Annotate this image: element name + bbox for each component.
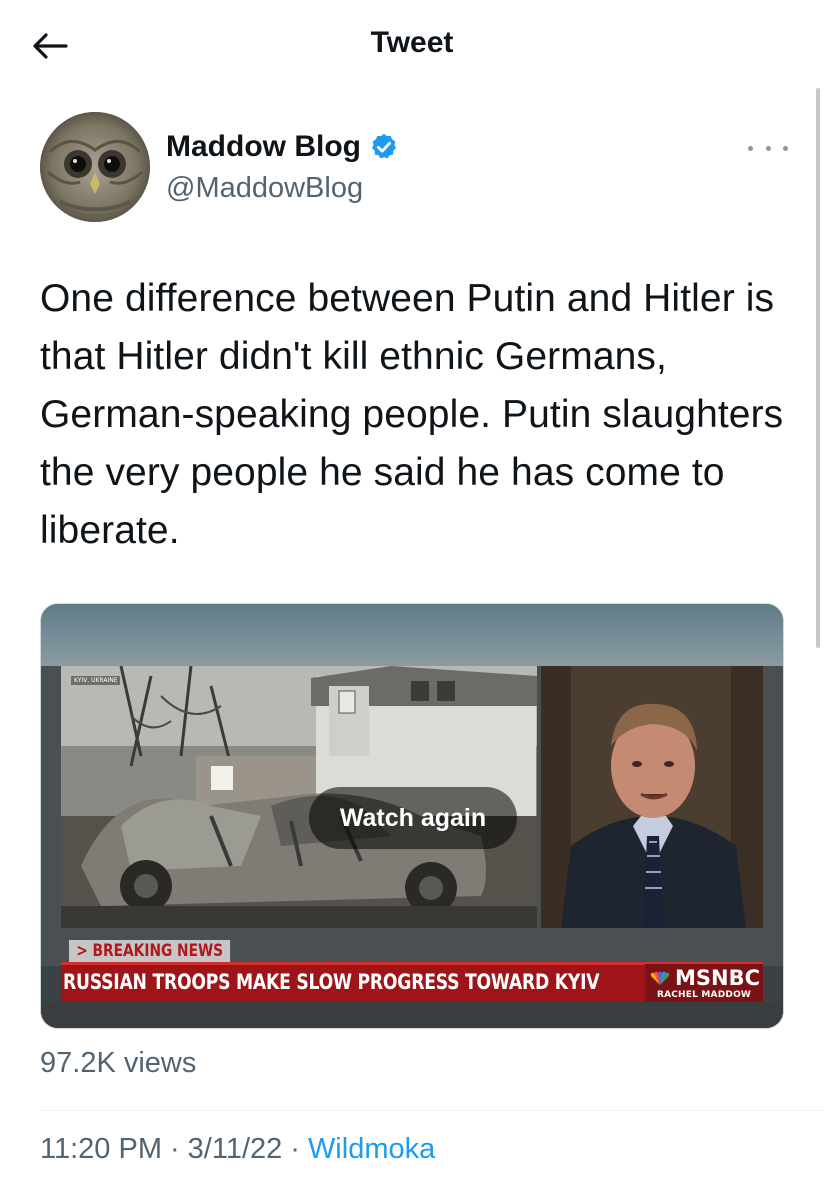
author-name-text: Maddow Blog bbox=[166, 130, 361, 163]
video-player[interactable]: KYIV, UKRAINE > BREAKING NEWS RUSSIAN TR… bbox=[40, 603, 784, 1029]
divider bbox=[40, 1110, 824, 1111]
meta-separator: · bbox=[290, 1133, 300, 1165]
tweet-date[interactable]: 3/11/22 bbox=[188, 1133, 283, 1166]
source-link[interactable]: Wildmoka bbox=[308, 1133, 435, 1166]
tweet-meta: 11:20 PM · 3/11/22 · Wildmoka bbox=[40, 1133, 435, 1166]
scrollbar[interactable] bbox=[816, 88, 820, 648]
network-logo: MSNBC RACHEL MADDOW bbox=[645, 964, 763, 1004]
tweet-text: One difference between Putin and Hitler … bbox=[40, 277, 784, 552]
breaking-news-label: > BREAKING NEWS bbox=[69, 940, 231, 962]
top-bar: Tweet bbox=[0, 0, 824, 90]
author-name[interactable]: Maddow Blog bbox=[166, 130, 399, 164]
tweet-time[interactable]: 11:20 PM bbox=[40, 1133, 162, 1166]
verified-badge-icon bbox=[369, 132, 399, 162]
location-tag: KYIV, UKRAINE bbox=[71, 676, 121, 685]
show-name: RACHEL MADDOW bbox=[656, 990, 752, 1000]
video-backdrop bbox=[41, 604, 783, 666]
news-headline: RUSSIAN TROOPS MAKE SLOW PROGRESS TOWARD… bbox=[63, 970, 600, 994]
page-title: Tweet bbox=[370, 26, 454, 59]
watch-again-button[interactable]: Watch again bbox=[309, 787, 517, 849]
view-count: 97.2K views bbox=[40, 1047, 197, 1079]
meta-separator: · bbox=[169, 1133, 180, 1165]
video-scene-guest bbox=[541, 666, 763, 928]
avatar[interactable] bbox=[40, 112, 150, 222]
network-name: MSNBC bbox=[674, 966, 760, 990]
more-options-icon[interactable] bbox=[748, 136, 788, 160]
owl-avatar-image bbox=[40, 112, 150, 222]
peacock-icon bbox=[650, 971, 670, 985]
author-handle[interactable]: @MaddowBlog bbox=[166, 172, 363, 205]
